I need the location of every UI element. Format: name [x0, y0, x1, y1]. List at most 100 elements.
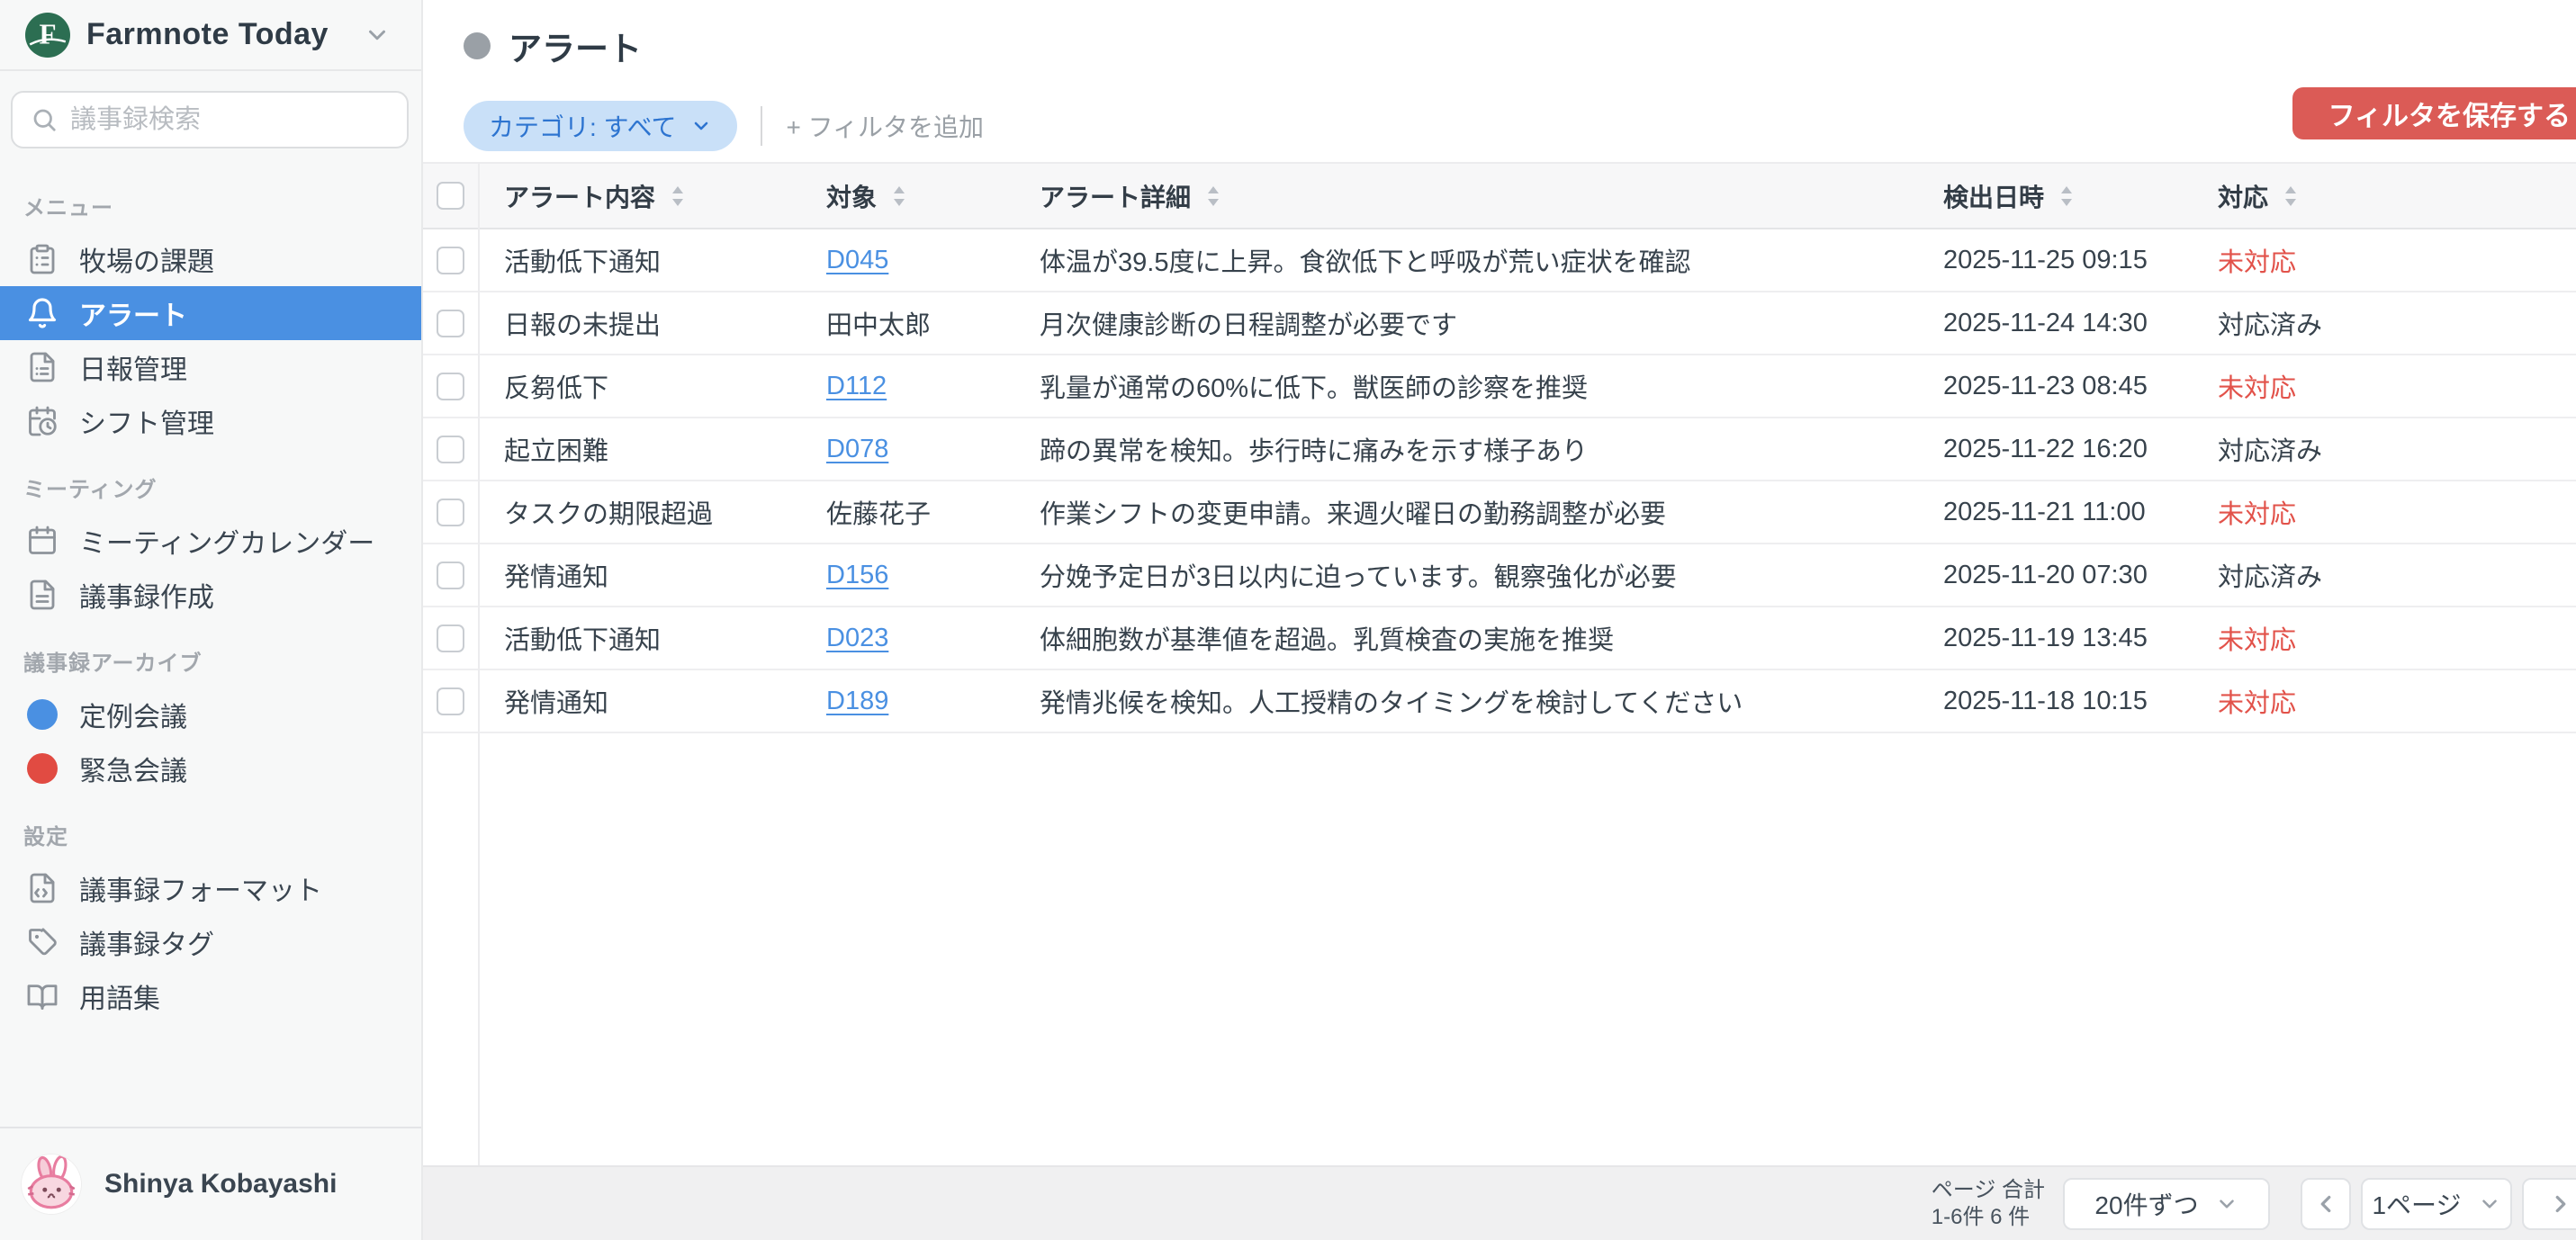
detected-at-text: 2025-11-24 14:30	[1943, 309, 2148, 338]
user-name: Shinya Kobayashi	[104, 1169, 337, 1200]
alert-content-text: 起立困難	[504, 430, 608, 468]
user-profile[interactable]: Shinya Kobayashi	[0, 1127, 421, 1240]
cell-target: 田中太郎	[800, 292, 1013, 354]
cell-alert-content: 発情通知	[478, 670, 800, 732]
row-checkbox[interactable]	[437, 310, 464, 337]
book-icon	[25, 979, 59, 1013]
file-code-icon	[25, 871, 59, 905]
cell-alert-content: 日報の未提出	[478, 292, 800, 354]
row-checkbox-cell	[423, 292, 478, 354]
row-checkbox[interactable]	[437, 373, 464, 400]
status-text: 対応済み	[2218, 556, 2322, 594]
alert-detail-text: 乳量が通常の60%に低下。獣医師の診察を推奨	[1040, 367, 1588, 405]
column-header-target[interactable]: 対象	[800, 164, 1013, 228]
target-link[interactable]: D156	[826, 561, 888, 590]
cell-alert-content: 発情通知	[478, 544, 800, 606]
cell-target: D023	[800, 607, 1013, 669]
page-status-dot-icon	[464, 32, 491, 59]
search-input[interactable]	[70, 105, 389, 135]
cell-alert-detail: 乳量が通常の60%に低下。獣医師の診察を推奨	[1013, 355, 1917, 417]
alert-content-text: 活動低下通知	[504, 619, 661, 657]
select-all-checkbox[interactable]	[437, 182, 464, 210]
table-body: 活動低下通知 D045 体温が39.5度に上昇。食欲低下と呼吸が荒い症状を確認 202…	[423, 229, 2576, 733]
column-header-detected-at[interactable]: 検出日時	[1917, 164, 2192, 228]
target-link[interactable]: D112	[826, 372, 887, 401]
alert-detail-text: 月次健康診断の日程調整が必要です	[1040, 304, 1457, 342]
category-filter-chip[interactable]: カテゴリ: すべて	[464, 101, 737, 151]
page-size-select[interactable]: 20件ずつ	[2063, 1178, 2270, 1230]
sidebar-item-meeting-calendar[interactable]: ミーティングカレンダー	[0, 514, 421, 568]
page-select[interactable]: 1ページ	[2361, 1178, 2512, 1230]
cell-alert-content: タスクの期限超過	[478, 481, 800, 543]
row-checkbox-cell	[423, 544, 478, 606]
row-checkbox[interactable]	[437, 436, 464, 463]
farmnote-logo-icon: F	[25, 13, 70, 58]
cell-alert-detail: 発情兆候を検知。人工授精のタイミングを検討してください	[1013, 670, 1917, 732]
target-link[interactable]: D189	[826, 687, 888, 716]
pagination-summary-line1: ページ 合計	[1932, 1177, 2045, 1204]
row-checkbox-cell	[423, 355, 478, 417]
tag-icon	[25, 925, 59, 959]
sidebar-item-label: ミーティングカレンダー	[79, 521, 374, 561]
column-header-alert-detail[interactable]: アラート詳細	[1013, 164, 1917, 228]
row-checkbox-cell	[423, 607, 478, 669]
sidebar-item-label: 議事録タグ	[79, 922, 214, 962]
sidebar-item-farm-issues[interactable]: 牧場の課題	[0, 232, 421, 286]
status-text: 対応済み	[2218, 430, 2322, 468]
cell-alert-content: 反芻低下	[478, 355, 800, 417]
add-filter-button[interactable]: + フィルタを追加	[786, 108, 984, 144]
sort-icon	[668, 183, 688, 210]
table-row: 日報の未提出田中太郎 月次健康診断の日程調整が必要です 2025-11-24 14:…	[423, 292, 2576, 355]
target-link[interactable]: D023	[826, 624, 888, 653]
sidebar-nav: メニュー牧場の課題アラート日報管理シフト管理ミーティングミーティングカレンダー議…	[0, 157, 421, 1127]
sidebar-item-regular-meeting[interactable]: 定例会議	[0, 687, 421, 741]
row-checkbox[interactable]	[437, 687, 464, 715]
row-checkbox[interactable]	[437, 562, 464, 589]
sidebar: F Farmnote Today メニュー牧場の課題アラート日報管理シフト管理ミ…	[0, 0, 423, 1240]
sidebar-group: 議事録アーカイブ定例会議緊急会議	[0, 622, 421, 795]
sidebar-group-label: ミーティング	[0, 448, 421, 514]
page-title: アラート	[509, 22, 642, 70]
sidebar-item-glossary[interactable]: 用語集	[0, 969, 421, 1023]
target-link[interactable]: D045	[826, 246, 888, 275]
workspace-switcher[interactable]: F Farmnote Today	[0, 0, 421, 71]
prev-page-button[interactable]	[2301, 1178, 2351, 1230]
target-text: 佐藤花子	[826, 493, 931, 531]
sidebar-item-minutes-format[interactable]: 議事録フォーマット	[0, 861, 421, 915]
alert-content-text: 活動低下通知	[504, 241, 661, 279]
search-box	[11, 91, 409, 148]
target-link[interactable]: D078	[826, 435, 888, 464]
sidebar-item-minutes-create[interactable]: 議事録作成	[0, 568, 421, 622]
column-header-alert-content[interactable]: アラート内容	[478, 164, 800, 228]
sidebar-item-alerts[interactable]: アラート	[0, 286, 421, 340]
chevron-down-icon	[2478, 1192, 2501, 1216]
row-checkbox[interactable]	[437, 247, 464, 274]
next-page-button[interactable]	[2522, 1178, 2576, 1230]
app-root: F Farmnote Today メニュー牧場の課題アラート日報管理シフト管理ミ…	[0, 0, 2576, 1240]
status-text: 未対応	[2218, 241, 2296, 279]
sidebar-item-label: 定例会議	[79, 695, 187, 734]
cell-detected-at: 2025-11-19 13:45	[1917, 607, 2192, 669]
cell-target: D189	[800, 670, 1013, 732]
cell-alert-detail: 体温が39.5度に上昇。食欲低下と呼吸が荒い症状を確認	[1013, 229, 1917, 291]
row-checkbox[interactable]	[437, 624, 464, 652]
sidebar-group: 設定議事録フォーマット議事録タグ用語集	[0, 795, 421, 1023]
column-header-status[interactable]: 対応	[2192, 164, 2576, 228]
target-text: 田中太郎	[826, 304, 931, 342]
cell-alert-detail: 月次健康診断の日程調整が必要です	[1013, 292, 1917, 354]
file-text-icon	[25, 350, 59, 384]
sidebar-item-daily-reports[interactable]: 日報管理	[0, 340, 421, 394]
row-checkbox-cell	[423, 670, 478, 732]
sort-icon	[889, 183, 909, 210]
sidebar-item-shift-management[interactable]: シフト管理	[0, 394, 421, 448]
detected-at-text: 2025-11-21 11:00	[1943, 498, 2146, 527]
sort-icon	[2057, 183, 2076, 210]
row-checkbox[interactable]	[437, 499, 464, 526]
sidebar-group-label: 議事録アーカイブ	[0, 622, 421, 687]
sidebar-item-label: 緊急会議	[79, 749, 187, 788]
save-filter-button[interactable]: フィルタを保存する	[2292, 87, 2576, 139]
sidebar-item-minutes-tags[interactable]: 議事録タグ	[0, 915, 421, 969]
status-text: 未対応	[2218, 367, 2296, 405]
sidebar-group-label: 設定	[0, 795, 421, 861]
sidebar-item-emergency-meeting[interactable]: 緊急会議	[0, 741, 421, 795]
